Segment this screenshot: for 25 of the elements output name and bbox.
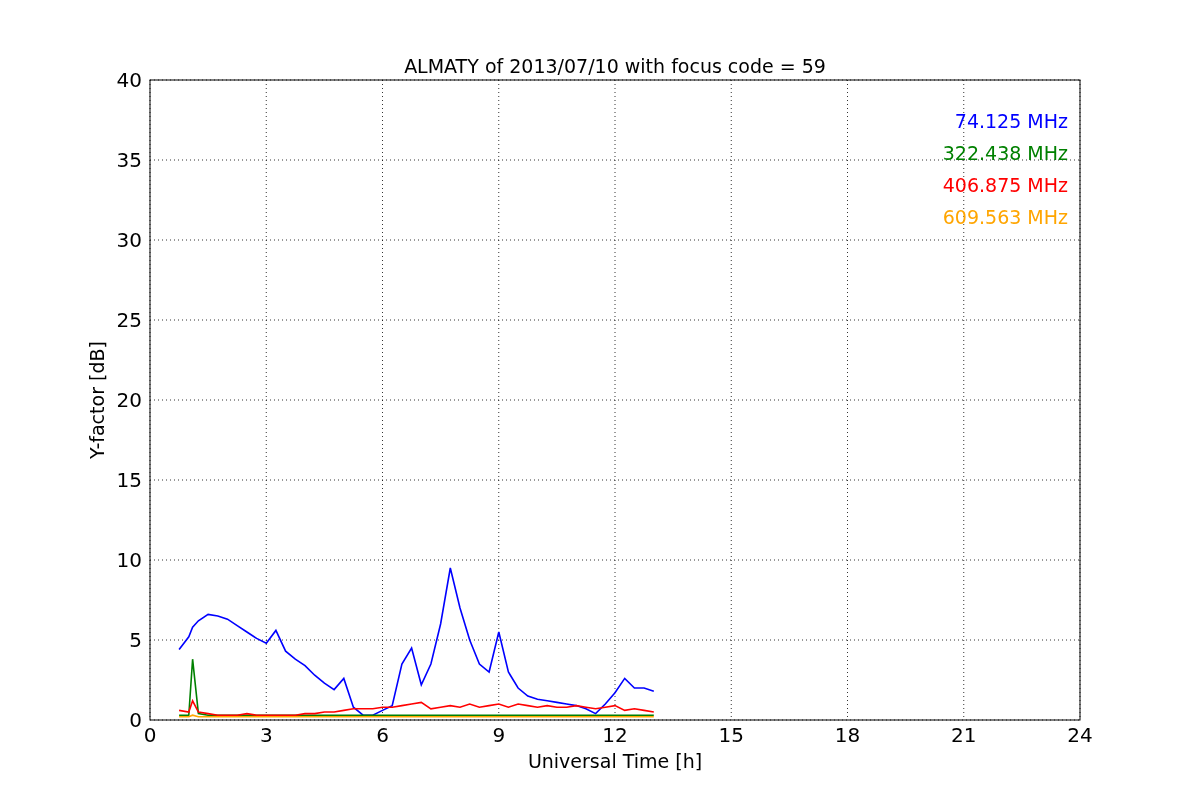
x-axis-label: Universal Time [h]	[527, 750, 703, 772]
legend-label: 74.125 MHz	[954, 110, 1068, 132]
tick-label: 40	[116, 68, 142, 92]
tick-label: 0	[143, 723, 157, 747]
tick-label: 35	[116, 148, 142, 172]
tick-label: 9	[492, 723, 506, 747]
legend-label: 322.438 MHz	[942, 142, 1068, 164]
tick-label: 6	[376, 723, 389, 747]
legend-label: 406.875 MHz	[942, 174, 1068, 196]
chart-title: ALMATY of 2013/07/10 with focus code = 59	[404, 55, 826, 77]
legend-label: 609.563 MHz	[942, 206, 1068, 228]
tick-label: 15	[116, 468, 142, 492]
tick-label: 5	[129, 628, 142, 652]
tick-label: 3	[259, 723, 273, 747]
tick-label: 25	[116, 308, 142, 332]
tick-label: 20	[116, 388, 142, 412]
tick-label: 30	[116, 228, 142, 252]
tick-label: 15	[718, 723, 744, 747]
tick-label: 18	[834, 723, 861, 747]
tick-label: 21	[951, 723, 977, 747]
tick-label: 12	[602, 723, 628, 747]
y-axis-label: Y-factor [dB]	[86, 341, 108, 459]
tick-label: 0	[129, 708, 142, 732]
tick-label: 24	[1067, 723, 1093, 747]
tick-label: 10	[116, 548, 142, 572]
